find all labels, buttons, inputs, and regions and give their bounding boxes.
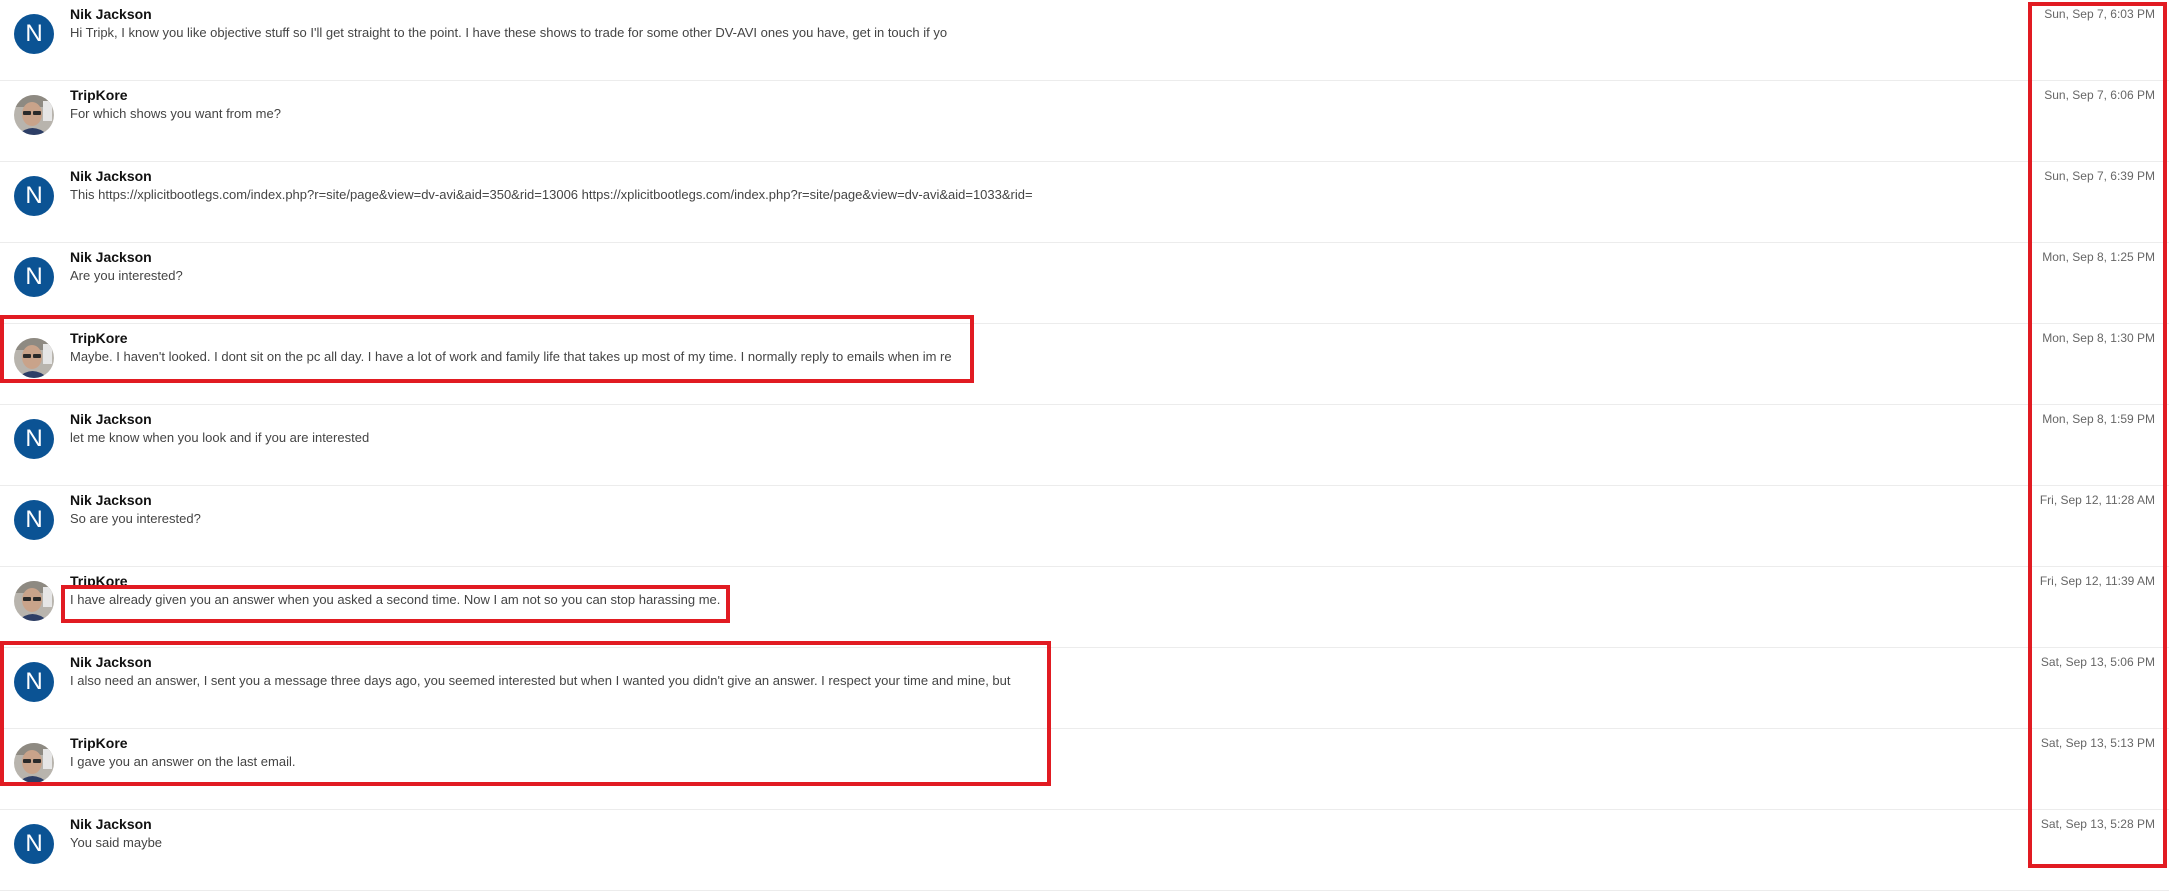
message-row[interactable]: TripKore I have already given you an ans…: [0, 567, 2169, 648]
sender-name: Nik Jackson: [70, 816, 152, 832]
message-snippet: let me know when you look and if you are…: [70, 430, 370, 445]
message-row[interactable]: TripKore For which shows you want from m…: [0, 81, 2169, 162]
message-row[interactable]: N Nik Jackson let me know when you look …: [0, 405, 2169, 486]
message-date: Sat, Sep 13, 5:28 PM: [2040, 817, 2155, 831]
sender-name: Nik Jackson: [70, 654, 152, 670]
message-date: Mon, Sep 8, 1:59 PM: [2042, 412, 2155, 426]
avatar: N: [14, 257, 54, 297]
message-row[interactable]: N Nik Jackson This https://xplicitbootle…: [0, 162, 2169, 243]
sender-name: TripKore: [70, 330, 128, 346]
message-snippet: I gave you an answer on the last email.: [70, 754, 296, 769]
message-row[interactable]: N Nik Jackson Are you interested? Mon, S…: [0, 243, 2169, 324]
message-list: N Nik Jackson Hi Tripk, I know you like …: [0, 0, 2169, 891]
message-row[interactable]: N Nik Jackson So are you interested? Fri…: [0, 486, 2169, 567]
message-row[interactable]: TripKore I gave you an answer on the las…: [0, 729, 2169, 810]
message-snippet: So are you interested?: [70, 511, 201, 526]
message-row[interactable]: N Nik Jackson Hi Tripk, I know you like …: [0, 0, 2169, 81]
avatar-photo: [14, 581, 54, 621]
avatar: N: [14, 176, 54, 216]
user-photo-icon: [14, 581, 54, 621]
message-snippet: Hi Tripk, I know you like objective stuf…: [70, 25, 948, 40]
avatar-photo: [14, 743, 54, 783]
sender-name: Nik Jackson: [70, 6, 152, 22]
message-snippet: Maybe. I haven't looked. I dont sit on t…: [70, 349, 952, 364]
user-photo-icon: [14, 743, 54, 783]
message-date: Mon, Sep 8, 1:30 PM: [2042, 331, 2155, 345]
message-date: Sat, Sep 13, 5:13 PM: [2040, 736, 2155, 750]
avatar: N: [14, 662, 54, 702]
message-date: Sun, Sep 7, 6:39 PM: [2044, 169, 2155, 183]
message-snippet: This https://xplicitbootlegs.com/index.p…: [70, 187, 1033, 202]
avatar-photo: [14, 338, 54, 378]
message-date: Fri, Sep 12, 11:39 AM: [2039, 574, 2155, 588]
user-photo-icon: [14, 95, 54, 135]
message-row[interactable]: N Nik Jackson I also need an answer, I s…: [0, 648, 2169, 729]
message-snippet: Are you interested?: [70, 268, 183, 283]
sender-name: Nik Jackson: [70, 249, 152, 265]
message-date: Fri, Sep 12, 11:28 AM: [2039, 493, 2155, 507]
message-row[interactable]: N Nik Jackson You said maybe Sat, Sep 13…: [0, 810, 2169, 891]
user-photo-icon: [14, 338, 54, 378]
message-snippet: You said maybe: [70, 835, 163, 850]
avatar: N: [14, 500, 54, 540]
avatar: N: [14, 14, 54, 54]
message-snippet: I have already given you an answer when …: [70, 592, 721, 607]
sender-name: TripKore: [70, 573, 128, 589]
message-date: Sat, Sep 13, 5:06 PM: [2040, 655, 2155, 669]
sender-name: Nik Jackson: [70, 411, 152, 427]
message-date: Sun, Sep 7, 6:06 PM: [2044, 88, 2155, 102]
message-snippet: I also need an answer, I sent you a mess…: [70, 673, 1011, 688]
avatar: N: [14, 824, 54, 864]
sender-name: Nik Jackson: [70, 492, 152, 508]
sender-name: Nik Jackson: [70, 168, 152, 184]
message-row[interactable]: TripKore Maybe. I haven't looked. I dont…: [0, 324, 2169, 405]
message-date: Mon, Sep 8, 1:25 PM: [2042, 250, 2155, 264]
avatar-photo: [14, 95, 54, 135]
sender-name: TripKore: [70, 735, 128, 751]
message-snippet: For which shows you want from me?: [70, 106, 281, 121]
sender-name: TripKore: [70, 87, 128, 103]
avatar: N: [14, 419, 54, 459]
message-date: Sun, Sep 7, 6:03 PM: [2044, 7, 2155, 21]
